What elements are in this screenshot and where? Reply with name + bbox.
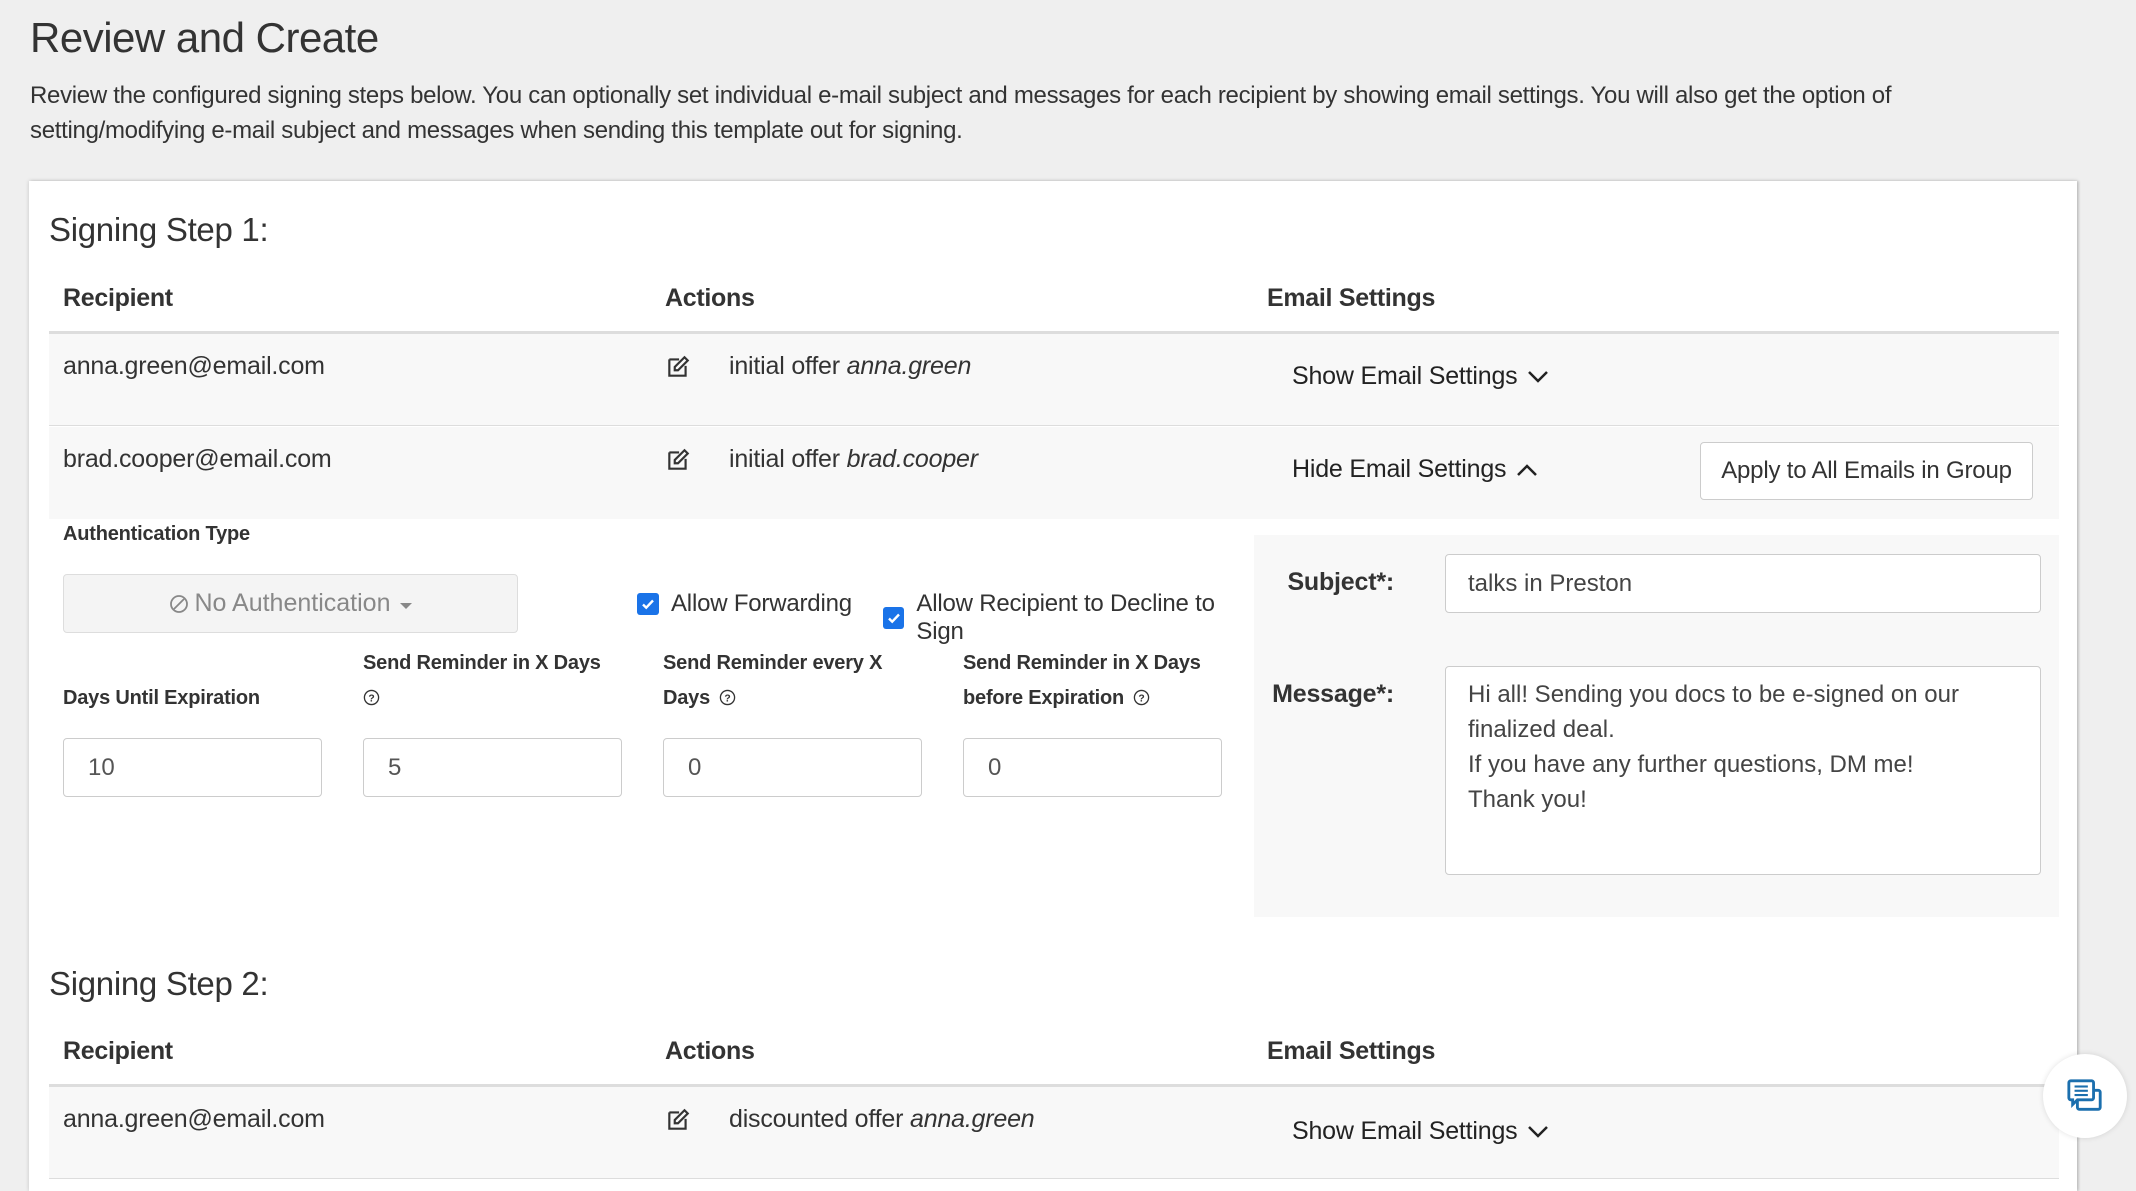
chat-icon xyxy=(2067,1079,2102,1111)
page-title: Review and Create xyxy=(30,14,379,61)
hide-email-settings-toggle[interactable]: Hide Email Settings xyxy=(1292,455,1538,484)
help-icon[interactable]: ? xyxy=(1133,689,1150,706)
send-reminder-every-label-line2: Days xyxy=(663,687,711,709)
svg-text:?: ? xyxy=(725,693,731,704)
apply-to-all-emails-button[interactable]: Apply to All Emails in Group xyxy=(1700,442,2033,500)
page-description: Review the configured signing steps belo… xyxy=(30,82,1892,144)
checkbox-checked-icon[interactable] xyxy=(883,607,905,629)
column-header-actions: Actions xyxy=(665,284,755,312)
table-row: brad.cooper@email.com initial offer brad… xyxy=(49,427,2059,519)
action-label: discounted offer anna.green xyxy=(729,1105,1035,1134)
recipient-email: brad.cooper@email.com xyxy=(63,445,332,473)
recipient-email: anna.green@email.com xyxy=(63,352,325,380)
column-header-email-settings: Email Settings xyxy=(1267,1037,1436,1065)
send-reminder-in-input[interactable] xyxy=(363,738,622,797)
send-reminder-before-label-line1: Send Reminder in X Days xyxy=(963,652,1201,674)
action-prefix: initial offer xyxy=(729,445,840,473)
send-reminder-before-input[interactable] xyxy=(963,738,1222,797)
authentication-type-dropdown[interactable]: No Authentication xyxy=(63,574,518,633)
allow-decline-checkbox[interactable]: Allow Recipient to Decline to Sign xyxy=(883,590,1259,646)
send-reminder-before-label-line2: before Expiration xyxy=(963,687,1125,709)
allow-decline-label: Allow Recipient to Decline to Sign xyxy=(916,590,1215,645)
allow-forwarding-label: Allow Forwarding xyxy=(671,590,852,617)
authentication-type-label: Authentication Type xyxy=(63,523,250,545)
toggle-label: Show Email Settings xyxy=(1292,1117,1518,1145)
chevron-down-icon xyxy=(1528,1125,1549,1138)
email-settings-panel: Subject*: Message*: Hi all! Sending you … xyxy=(1254,535,2059,917)
svg-text:?: ? xyxy=(368,693,374,704)
chat-button[interactable] xyxy=(2043,1054,2127,1138)
show-email-settings-toggle[interactable]: Show Email Settings xyxy=(1292,1117,1549,1146)
help-icon[interactable]: ? xyxy=(363,689,380,706)
toggle-label: Show Email Settings xyxy=(1292,362,1518,390)
subject-input[interactable] xyxy=(1445,554,2041,613)
days-until-expiration-input[interactable] xyxy=(63,738,322,797)
subject-label: Subject*: xyxy=(1287,568,1394,596)
column-header-email-settings: Email Settings xyxy=(1267,284,1436,312)
step-1-table-header: Recipient Actions Email Settings xyxy=(49,274,2059,334)
action-prefix: initial offer xyxy=(729,352,840,380)
chevron-up-icon xyxy=(1517,463,1538,476)
days-until-expiration-label: Days Until Expiration xyxy=(63,687,260,709)
action-name: anna.green xyxy=(846,352,972,380)
edit-icon[interactable] xyxy=(665,354,691,380)
recipient-settings-panel: Authentication Type No Authentication Al… xyxy=(49,517,1259,917)
message-label: Message*: xyxy=(1272,680,1394,708)
message-input[interactable]: Hi all! Sending you docs to be e-signed … xyxy=(1445,666,2041,875)
send-reminder-in-label: Send Reminder in X Days ? xyxy=(363,646,601,716)
checkbox-checked-icon[interactable] xyxy=(637,593,659,615)
help-icon[interactable]: ? xyxy=(719,689,736,706)
column-header-recipient: Recipient xyxy=(63,1037,173,1065)
svg-text:?: ? xyxy=(1139,693,1145,704)
allow-forwarding-checkbox[interactable]: Allow Forwarding xyxy=(637,590,852,618)
step-1-title: Signing Step 1: xyxy=(49,211,269,248)
ban-icon xyxy=(169,594,188,613)
table-row: anna.green@email.com discounted offer an… xyxy=(49,1087,2059,1179)
action-label: initial offer brad.cooper xyxy=(729,445,978,474)
edit-icon[interactable] xyxy=(665,1107,691,1133)
signing-steps-card: Signing Step 1: Recipient Actions Email … xyxy=(29,181,2077,1191)
column-header-recipient: Recipient xyxy=(63,284,173,312)
send-reminder-in-label-text: Send Reminder in X Days xyxy=(363,652,601,674)
show-email-settings-toggle[interactable]: Show Email Settings xyxy=(1292,362,1549,391)
recipient-email: anna.green@email.com xyxy=(63,1105,325,1133)
authentication-type-value: No Authentication xyxy=(194,589,391,617)
table-row: anna.green@email.com initial offer anna.… xyxy=(49,334,2059,426)
caret-down-icon xyxy=(400,602,413,609)
send-reminder-every-input[interactable] xyxy=(663,738,922,797)
action-prefix: discounted offer xyxy=(729,1105,904,1133)
action-name: brad.cooper xyxy=(846,445,978,473)
toggle-label: Hide Email Settings xyxy=(1292,455,1507,483)
step-2-title: Signing Step 2: xyxy=(49,965,269,1002)
send-reminder-before-label: Send Reminder in X Days before Expiratio… xyxy=(963,646,1201,716)
send-reminder-every-label-line1: Send Reminder every X xyxy=(663,652,883,674)
send-reminder-every-label: Send Reminder every X Days ? xyxy=(663,646,882,716)
edit-icon[interactable] xyxy=(665,447,691,473)
action-label: initial offer anna.green xyxy=(729,352,971,381)
column-header-actions: Actions xyxy=(665,1037,755,1065)
action-name: anna.green xyxy=(910,1105,1035,1133)
step-2-table-header: Recipient Actions Email Settings xyxy=(49,1027,2059,1087)
chevron-down-icon xyxy=(1528,370,1549,383)
